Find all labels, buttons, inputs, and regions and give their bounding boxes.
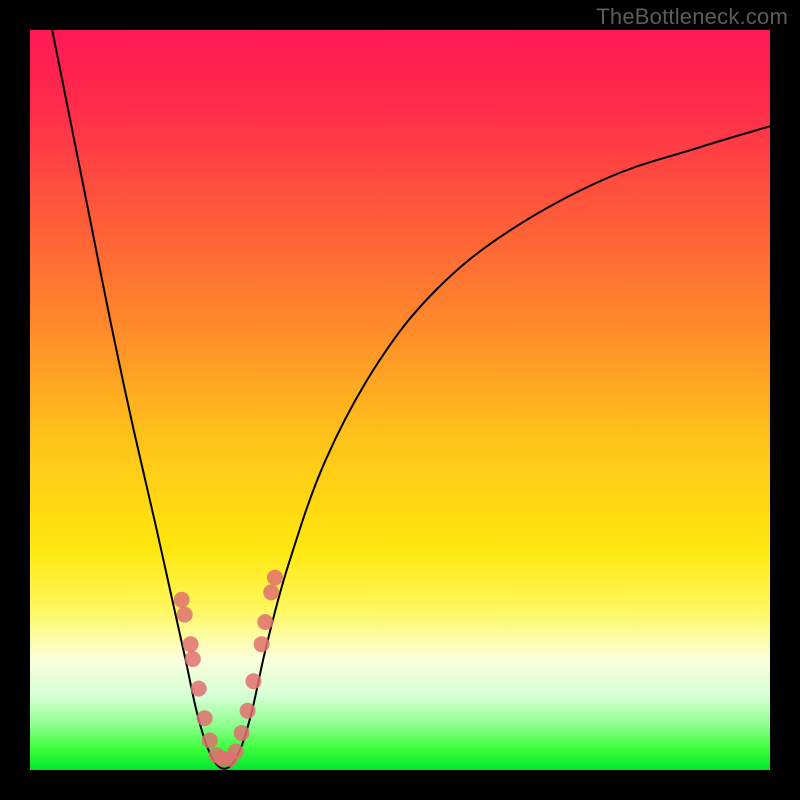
marker-dot <box>197 710 213 726</box>
marker-dot <box>267 570 283 586</box>
marker-dot <box>263 584 279 600</box>
marker-dots <box>174 570 283 767</box>
marker-dot <box>191 681 207 697</box>
marker-dot <box>254 636 270 652</box>
watermark-text: TheBottleneck.com <box>596 4 788 30</box>
marker-dot <box>177 607 193 623</box>
marker-dot <box>257 614 273 630</box>
marker-dot <box>245 673 261 689</box>
marker-dot <box>202 732 218 748</box>
chart-frame: TheBottleneck.com <box>0 0 800 800</box>
marker-dot <box>240 703 256 719</box>
marker-dot <box>228 744 244 760</box>
bottleneck-curve <box>52 30 770 769</box>
marker-dot <box>174 592 190 608</box>
marker-dot <box>183 636 199 652</box>
plot-area <box>30 30 770 770</box>
marker-dot <box>234 725 250 741</box>
marker-dot <box>185 651 201 667</box>
chart-svg <box>30 30 770 770</box>
